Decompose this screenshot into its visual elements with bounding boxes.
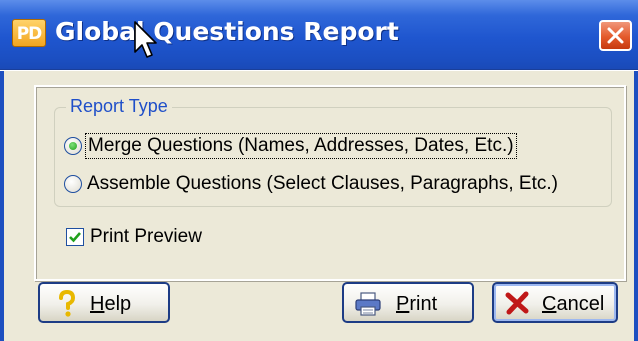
radio-unselected-icon[interactable] [64, 175, 82, 193]
dialog-window: PD Global Questions Report Report Type M… [0, 0, 638, 341]
assemble-questions-label: Assemble Questions (Select Clauses, Para… [87, 173, 558, 194]
print-button-label: Print [396, 293, 438, 315]
cancel-button[interactable]: Cancel [492, 282, 618, 323]
close-icon [607, 27, 624, 44]
title-bar[interactable]: PD Global Questions Report [0, 0, 638, 70]
help-question-icon [59, 290, 76, 317]
merge-questions-radio[interactable]: Merge Questions (Names, Addresses, Dates… [64, 133, 517, 159]
print-preview-label: Print Preview [90, 226, 202, 247]
close-button[interactable] [599, 20, 632, 51]
cancel-button-label: Cancel [542, 293, 605, 315]
printer-icon [355, 292, 381, 316]
assemble-questions-radio[interactable]: Assemble Questions (Select Clauses, Para… [64, 171, 558, 197]
radio-selected-icon[interactable] [64, 137, 82, 155]
window-title: Global Questions Report [55, 17, 399, 46]
help-button[interactable]: Help [38, 282, 170, 323]
mouse-cursor-icon [134, 21, 157, 58]
cancel-x-icon [505, 291, 529, 315]
checkbox-checked-icon[interactable] [66, 228, 84, 246]
merge-questions-label: Merge Questions (Names, Addresses, Dates… [85, 133, 517, 159]
app-logo-icon: PD [12, 19, 46, 47]
print-button[interactable]: Print [342, 282, 474, 323]
print-preview-checkbox[interactable]: Print Preview [66, 224, 202, 250]
report-type-legend: Report Type [66, 96, 172, 116]
dialog-body: Report Type Merge Questions (Names, Addr… [0, 71, 638, 341]
help-button-label: Help [90, 293, 132, 315]
